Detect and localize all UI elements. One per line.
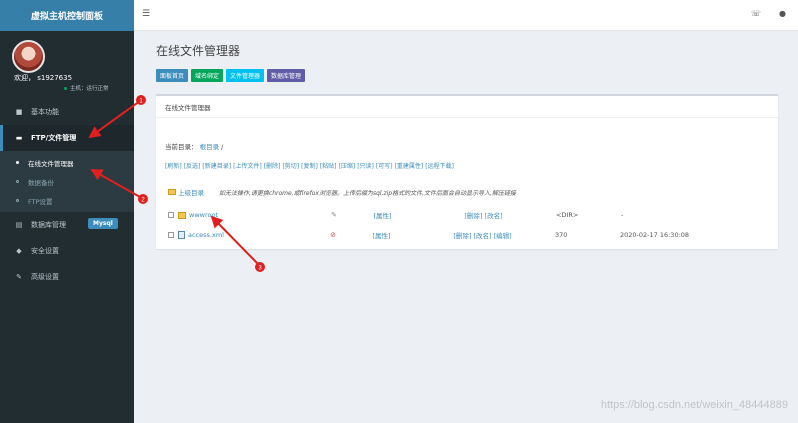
sidebar-item-label: 基本功能 xyxy=(31,108,59,116)
dashboard-icon: ■ xyxy=(15,108,23,116)
file-size: 370 xyxy=(555,231,568,239)
current-dir-label: 当前目录： xyxy=(165,143,198,151)
sidebar-subitem-backup[interactable]: 数据备份 xyxy=(0,172,134,191)
writable-link[interactable]: [可写] xyxy=(376,161,393,170)
root-dir-link[interactable]: 根目录 xyxy=(200,143,220,151)
row-actions[interactable]: [删除] [改名] [编辑] xyxy=(410,230,555,240)
file-mtime: 2020-02-17 16:30:08 xyxy=(620,231,690,239)
folder-icon xyxy=(178,211,186,219)
bullet-icon xyxy=(16,161,19,164)
welcome-text: 欢迎， s1927635 xyxy=(14,74,73,82)
file-size: <DIR> xyxy=(556,211,579,219)
remote-download-link[interactable]: [远程下载] xyxy=(425,161,454,170)
file-manager-box: 在线文件管理器 当前目录： 根目录 / [刷新] [反选] [新建目录] [上传… xyxy=(156,94,778,249)
current-directory: 当前目录： 根目录 / xyxy=(165,141,223,151)
domain-bind-button[interactable]: 域名绑定 xyxy=(191,69,224,82)
sidebar-menu: ■ 基本功能 ▬ FTP/文件管理 在线文件管理器 数据备份 FTP设置 ▤ 数… xyxy=(0,99,134,290)
sidebar-item-label: FTP/文件管理 xyxy=(31,134,77,142)
no-edit-icon: ⊘ xyxy=(330,231,336,239)
sidebar-item-advanced[interactable]: ✎ 高级设置 xyxy=(0,264,134,290)
host-status: 主机：运行正常 xyxy=(64,84,109,92)
file-manager-button[interactable]: 文件管理器 xyxy=(226,69,265,82)
compress-link[interactable]: [压缩] xyxy=(339,161,356,170)
subitem-label: FTP设置 xyxy=(28,197,53,206)
database-manage-button[interactable]: 数据库管理 xyxy=(267,69,306,82)
file-toolbar: [刷新] [反选] [新建目录] [上传文件] [删除] [剪切] [复制] [… xyxy=(165,161,456,170)
host-status-text: 主机：运行正常 xyxy=(70,86,109,92)
bullet-icon xyxy=(16,199,19,202)
file-mtime: - xyxy=(621,211,624,219)
topbar: ☰ ☏ ● xyxy=(134,0,798,31)
delete-link[interactable]: [删除] xyxy=(264,161,281,170)
path-separator: / xyxy=(221,143,224,151)
watermark: https://blog.csdn.net/weixin_48444889 xyxy=(600,399,788,411)
sidebar-item-label: 数据库管理 xyxy=(31,221,66,229)
box-title: 在线文件管理器 xyxy=(156,96,778,118)
page-title: 在线文件管理器 xyxy=(156,44,241,58)
copy-link[interactable]: [复制] xyxy=(301,161,318,170)
invert-select-link[interactable]: [反选] xyxy=(184,161,201,170)
sidebar-item-database[interactable]: ▤ 数据库管理 Mysql xyxy=(0,212,134,238)
quick-buttons: 面板首页 域名绑定 文件管理器 数据库管理 xyxy=(156,69,306,82)
folder-up-icon xyxy=(168,189,176,195)
annotation-number-1: 1 xyxy=(139,99,143,105)
bullet-icon xyxy=(16,180,19,183)
row-actions[interactable]: [删除] [改名] xyxy=(411,210,556,220)
annotation-marker-1 xyxy=(136,95,146,105)
file-name-link[interactable]: wwwroot xyxy=(189,211,314,219)
file-checkbox[interactable] xyxy=(168,232,174,238)
headset-icon[interactable]: ☏ xyxy=(751,9,761,18)
new-dir-link[interactable]: [新建目录] xyxy=(202,161,231,170)
sidebar-item-label: 安全设置 xyxy=(31,247,59,255)
attr-link[interactable]: [属性] xyxy=(353,230,410,240)
annotation-number-3: 3 xyxy=(258,266,262,272)
database-icon: ▤ xyxy=(15,221,23,229)
attr-link[interactable]: [属性] xyxy=(354,210,411,220)
menu-toggle-icon[interactable]: ☰ xyxy=(142,9,150,19)
upload-link[interactable]: [上传文件] xyxy=(233,161,262,170)
user-icon[interactable]: ● xyxy=(779,9,786,18)
paste-link[interactable]: [粘贴] xyxy=(320,161,337,170)
file-name-link[interactable]: access.xml xyxy=(188,231,313,239)
cut-link[interactable]: [剪切] xyxy=(282,161,299,170)
subitem-label: 在线文件管理器 xyxy=(28,159,74,168)
panel-home-button[interactable]: 面板首页 xyxy=(156,69,189,82)
folder-icon: ▬ xyxy=(15,134,23,142)
sidebar-item-security[interactable]: ◆ 安全设置 xyxy=(0,238,134,264)
sidebar-item-basic[interactable]: ■ 基本功能 xyxy=(0,99,134,125)
user-panel: 欢迎， s1927635 主机：运行正常 xyxy=(0,31,134,95)
sidebar-item-ftp[interactable]: ▬ FTP/文件管理 xyxy=(0,125,134,151)
annotation-marker-3 xyxy=(255,262,265,272)
refresh-link[interactable]: [刷新] xyxy=(165,161,182,170)
parent-dir-link[interactable]: 上级目录 xyxy=(178,187,204,197)
brand-title[interactable]: 虚拟主机控制面板 xyxy=(0,0,134,31)
parent-dir-row: 上级目录 如无法操作,请更换chrome,或firefox浏览器。上传后缀为sq… xyxy=(168,187,516,197)
file-row: wwwroot ✎ [属性] [删除] [改名] <DIR> - xyxy=(168,209,768,221)
file-checkbox[interactable] xyxy=(168,212,174,218)
mysql-badge: Mysql xyxy=(88,218,118,229)
top-icons: ☏ ● xyxy=(751,9,786,18)
avatar xyxy=(12,40,45,73)
subitem-label: 数据备份 xyxy=(28,178,54,187)
xml-file-icon xyxy=(178,231,185,239)
sidebar-subitem-file-manager[interactable]: 在线文件管理器 xyxy=(0,153,134,172)
edit-icon: ✎ xyxy=(16,273,22,281)
readonly-link[interactable]: [只读] xyxy=(357,161,374,170)
annotation-number-2: 2 xyxy=(141,198,145,204)
edit-pencil-icon[interactable]: ✎ xyxy=(314,211,354,219)
ftp-submenu: 在线文件管理器 数据备份 FTP设置 xyxy=(0,151,134,212)
status-dot-icon xyxy=(64,87,67,90)
sidebar: 虚拟主机控制面板 欢迎， s1927635 主机：运行正常 ■ 基本功能 ▬ F… xyxy=(0,0,134,423)
sidebar-item-label: 高级设置 xyxy=(31,273,59,281)
shield-icon: ◆ xyxy=(16,247,22,255)
file-row: access.xml ⊘ [属性] [删除] [改名] [编辑] 370 202… xyxy=(168,229,768,241)
annotation-marker-2 xyxy=(138,194,148,204)
browser-hint: 如无法操作,请更换chrome,或firefox浏览器。上传后缀为sql,zip… xyxy=(219,189,516,197)
rebuild-attr-link[interactable]: [重建属性] xyxy=(395,161,424,170)
sidebar-subitem-ftp-settings[interactable]: FTP设置 xyxy=(0,191,134,210)
